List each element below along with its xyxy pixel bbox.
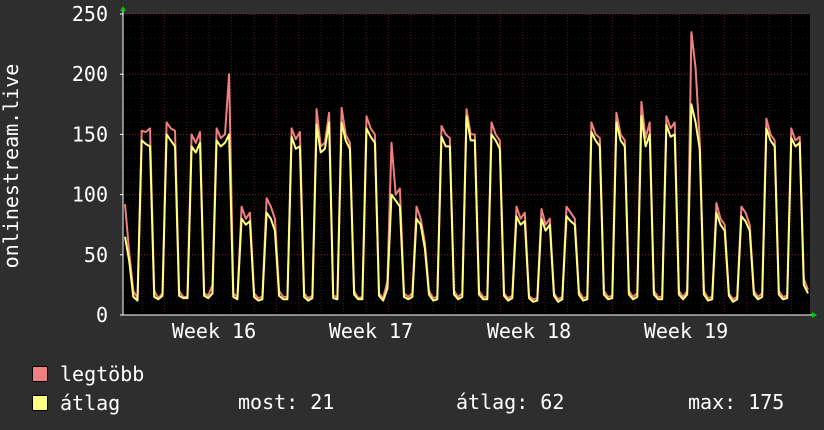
y-tick-label: 250 [72, 2, 108, 26]
y-ticks: 0 50 100 150 200 250 [72, 2, 123, 327]
x-tick-label: Week 17 [329, 319, 413, 343]
x-ticks: Week 16 Week 17 Week 18 Week 19 [172, 319, 728, 343]
plot-area [123, 14, 810, 315]
x-tick-label: Week 18 [487, 319, 571, 343]
x-axis-arrow-icon [812, 312, 817, 318]
y-tick-label: 100 [72, 183, 108, 207]
y-tick-label: 200 [72, 62, 108, 86]
x-tick-label: Week 16 [172, 319, 256, 343]
y-tick-label: 150 [72, 122, 108, 146]
x-tick-label: Week 19 [644, 319, 728, 343]
chart: 050100150200250 Week 16 Week 17 Week 18 Wee… [0, 2, 817, 343]
y-tick-label: 0 [96, 303, 108, 327]
y-axis-arrow-icon [120, 6, 126, 11]
y-tick-label: 50 [84, 243, 108, 267]
y-axis-label: onlinestream.live [0, 64, 23, 269]
